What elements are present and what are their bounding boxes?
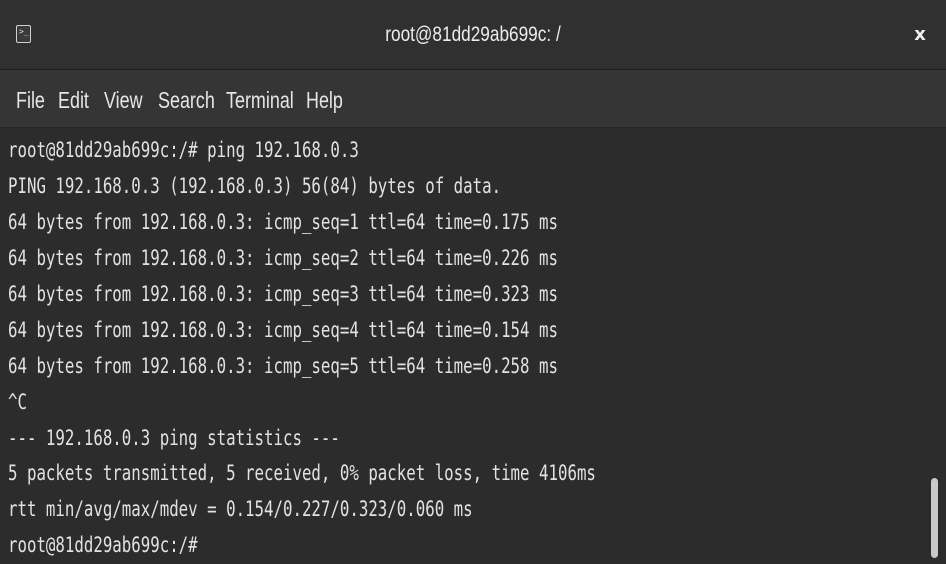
terminal-line: 64 bytes from 192.168.0.3: icmp_seq=2 tt… [8, 246, 558, 270]
terminal-line: 64 bytes from 192.168.0.3: icmp_seq=1 tt… [8, 210, 558, 234]
menu-bar: File Edit View Search Terminal Help [0, 70, 946, 128]
terminal-line: PING 192.168.0.3 (192.168.0.3) 56(84) by… [8, 174, 502, 198]
terminal-line: 64 bytes from 192.168.0.3: icmp_seq=5 tt… [8, 354, 558, 378]
terminal-line: root@81dd29ab699c:/# ping 192.168.0.3 [8, 138, 359, 162]
terminal-prompt-line: root@81dd29ab699c:/# [8, 533, 198, 557]
terminal-line: rtt min/avg/max/mdev = 0.154/0.227/0.323… [8, 497, 473, 521]
terminal-window: >_ root@81dd29ab699c: / x File Edit View… [0, 0, 946, 564]
close-button[interactable]: x [908, 22, 932, 48]
scrollbar-thumb[interactable] [931, 478, 938, 558]
terminal-line: --- 192.168.0.3 ping statistics --- [8, 426, 340, 450]
menu-search[interactable]: Search [158, 70, 215, 128]
title-bar[interactable]: >_ root@81dd29ab699c: / x [0, 0, 946, 70]
terminal-output[interactable]: root@81dd29ab699c:/# ping 192.168.0.3 PI… [0, 128, 946, 564]
terminal-icon: >_ [16, 25, 31, 43]
menu-terminal[interactable]: Terminal [226, 70, 294, 128]
menu-help[interactable]: Help [306, 70, 343, 128]
terminal-line: 5 packets transmitted, 5 received, 0% pa… [8, 461, 596, 485]
menu-edit[interactable]: Edit [58, 70, 89, 128]
terminal-line: ^C [8, 390, 27, 414]
window-title: root@81dd29ab699c: / [385, 23, 561, 46]
terminal-line: 64 bytes from 192.168.0.3: icmp_seq=3 tt… [8, 282, 558, 306]
menu-view[interactable]: View [104, 70, 143, 128]
terminal-line: 64 bytes from 192.168.0.3: icmp_seq=4 tt… [8, 318, 558, 342]
menu-file[interactable]: File [16, 70, 45, 128]
